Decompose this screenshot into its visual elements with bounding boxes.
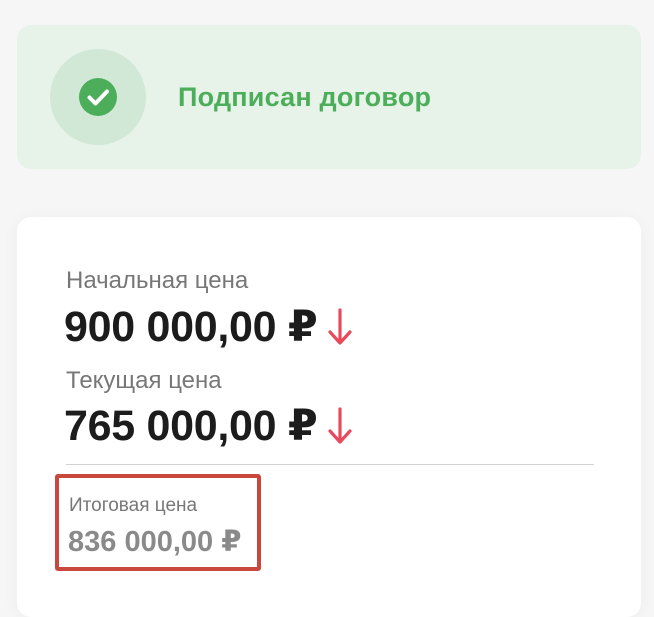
- status-icon-circle: [50, 49, 146, 145]
- check-circle-icon: [79, 78, 117, 116]
- arrow-down-icon: [328, 407, 353, 444]
- current-price-label: Текущая цена: [66, 367, 222, 394]
- current-price-value: 765 000,00 ₽: [64, 402, 318, 450]
- final-price-value: 836 000,00 ₽: [68, 526, 242, 558]
- initial-price-row: 900 000,00 ₽: [64, 302, 353, 352]
- price-card: Начальная цена 900 000,00 ₽ Текущая цена…: [17, 217, 641, 617]
- final-price-label: Итоговая цена: [69, 495, 198, 516]
- initial-price-value: 900 000,00 ₽: [64, 303, 318, 351]
- status-card: Подписан договор: [17, 25, 641, 169]
- arrow-down-icon: [328, 308, 353, 345]
- final-price-highlight: Итоговая цена 836 000,00 ₽: [55, 474, 261, 571]
- status-text: Подписан договор: [178, 82, 432, 112]
- divider: [66, 464, 594, 465]
- initial-price-label: Начальная цена: [66, 267, 249, 294]
- current-price-row: 765 000,00 ₽: [64, 401, 353, 451]
